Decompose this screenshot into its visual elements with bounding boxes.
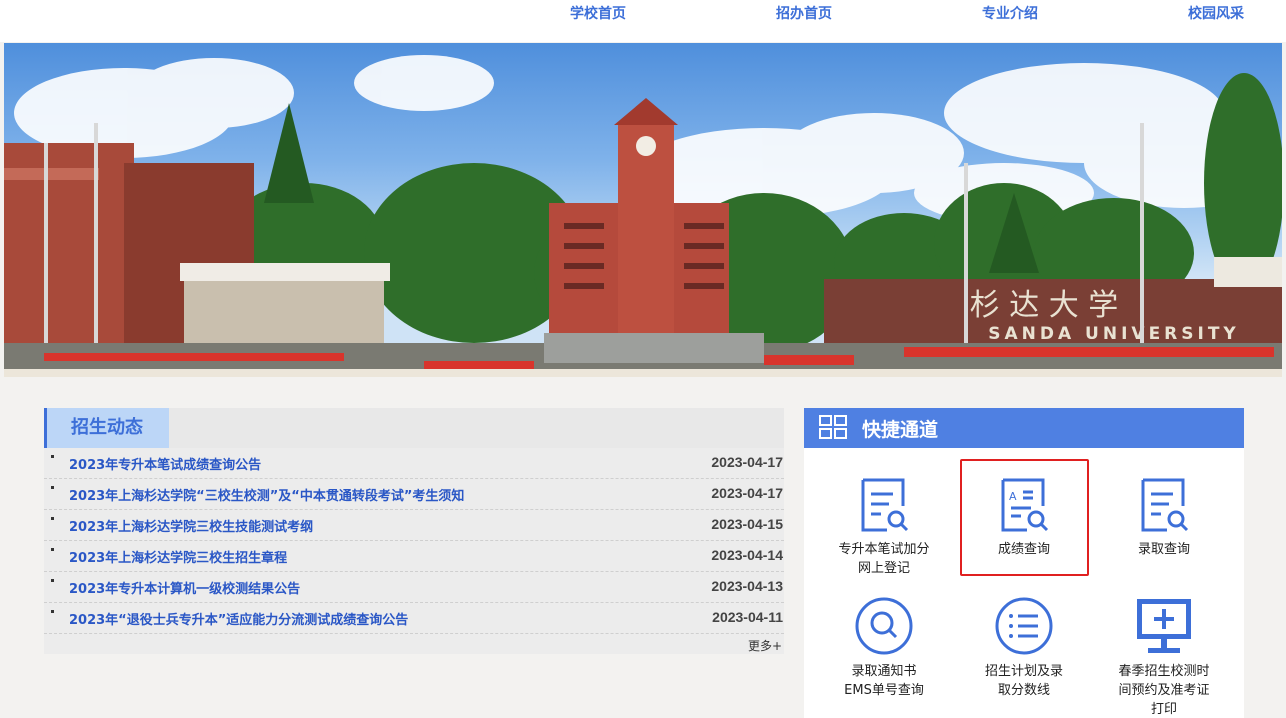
bullet-icon	[51, 486, 54, 489]
nav-link-campus-gallery[interactable]: 校园风采	[1188, 3, 1244, 23]
top-nav: 学校首页 招办首页 专业介绍 校园风采	[0, 0, 1286, 42]
news-item-date: 2023-04-11	[712, 609, 783, 625]
document-search-icon	[861, 478, 909, 532]
quick-item-enrollment-plan[interactable]: 招生计划及录取分数线	[959, 596, 1089, 700]
news-item-title[interactable]: 2023年上海杉达学院三校生招生章程	[69, 547, 287, 566]
quick-access-title: 快捷通道	[862, 419, 939, 441]
bullet-icon	[51, 455, 54, 458]
quick-item-admission-query[interactable]: 录取查询	[1099, 476, 1229, 559]
nav-link-admission-home[interactable]: 招办首页	[776, 3, 832, 23]
quick-access-header: 快捷通道	[804, 408, 1244, 448]
nav-link-majors[interactable]: 专业介绍	[982, 3, 1038, 23]
banner-sign-cn: 杉 达 大 学	[970, 288, 1119, 323]
news-item[interactable]: 2023年上海杉达学院三校生技能测试考纲 2023-04-15	[44, 510, 784, 541]
quick-item-spring-exam-booking[interactable]: 春季招生校测时间预约及准考证打印	[1099, 596, 1229, 718]
news-header: 招生动态	[44, 408, 784, 448]
admission-news-panel: 招生动态 2023年专升本笔试成绩查询公告 2023-04-17 2023年上海…	[44, 408, 784, 654]
document-search-icon	[1141, 478, 1189, 532]
news-item-date: 2023-04-15	[711, 516, 783, 532]
news-item-title[interactable]: 2023年上海杉达学院三校生技能测试考纲	[69, 516, 313, 535]
news-item[interactable]: 2023年“退役士兵专升本”适应能力分流测试成绩查询公告 2023-04-11	[44, 603, 784, 634]
list-circle-icon	[995, 597, 1053, 655]
news-item[interactable]: 2023年上海杉达学院“三校生校测”及“中本贯通转段考试”考生须知 2023-0…	[44, 479, 784, 510]
highlight-box	[960, 459, 1089, 576]
news-item-date: 2023-04-17	[711, 454, 783, 470]
news-item-title[interactable]: 2023年“退役士兵专升本”适应能力分流测试成绩查询公告	[69, 609, 408, 628]
news-item-title[interactable]: 2023年专升本笔试成绩查询公告	[69, 454, 261, 473]
quick-item-label: 录取查询	[1137, 542, 1190, 557]
news-panel-title: 招生动态	[44, 408, 169, 448]
monitor-plus-icon	[1137, 599, 1191, 653]
news-item[interactable]: 2023年专升本笔试成绩查询公告 2023-04-17	[44, 448, 784, 479]
news-item[interactable]: 2023年上海杉达学院三校生招生章程 2023-04-14	[44, 541, 784, 572]
bullet-icon	[51, 517, 54, 520]
banner-sign-en: SANDA UNIVERSITY	[988, 324, 1240, 344]
campus-banner-image: 杉 达 大 学 SANDA UNIVERSITY	[4, 43, 1282, 377]
quick-item-label: 春季招生校测时间预约及准考证打印	[1118, 664, 1210, 717]
news-item-title[interactable]: 2023年上海杉达学院“三校生校测”及“中本贯通转段考试”考生须知	[69, 485, 464, 504]
news-item-date: 2023-04-14	[711, 547, 783, 563]
news-item-date: 2023-04-17	[711, 485, 783, 501]
news-item[interactable]: 2023年专升本计算机一级校测结果公告 2023-04-13	[44, 572, 784, 603]
bullet-icon	[51, 548, 54, 551]
quick-item-bonus-registration[interactable]: 专升本笔试加分网上登记	[819, 476, 949, 578]
grid-icon	[819, 415, 847, 439]
quick-item-ems-query[interactable]: 录取通知书EMS单号查询	[819, 596, 949, 700]
nav-link-school-home[interactable]: 学校首页	[570, 3, 626, 23]
news-list: 2023年专升本笔试成绩查询公告 2023-04-17 2023年上海杉达学院“…	[44, 448, 784, 634]
news-more-link[interactable]: 更多+	[748, 637, 782, 654]
quick-item-label: 招生计划及录取分数线	[984, 664, 1063, 698]
magnifier-circle-icon	[855, 597, 913, 655]
news-item-title[interactable]: 2023年专升本计算机一级校测结果公告	[69, 578, 300, 597]
bullet-icon	[51, 610, 54, 613]
quick-item-label: 专升本笔试加分网上登记	[838, 542, 930, 576]
bullet-icon	[51, 579, 54, 582]
news-item-date: 2023-04-13	[711, 578, 783, 594]
quick-item-label: 录取通知书EMS单号查询	[844, 664, 924, 698]
